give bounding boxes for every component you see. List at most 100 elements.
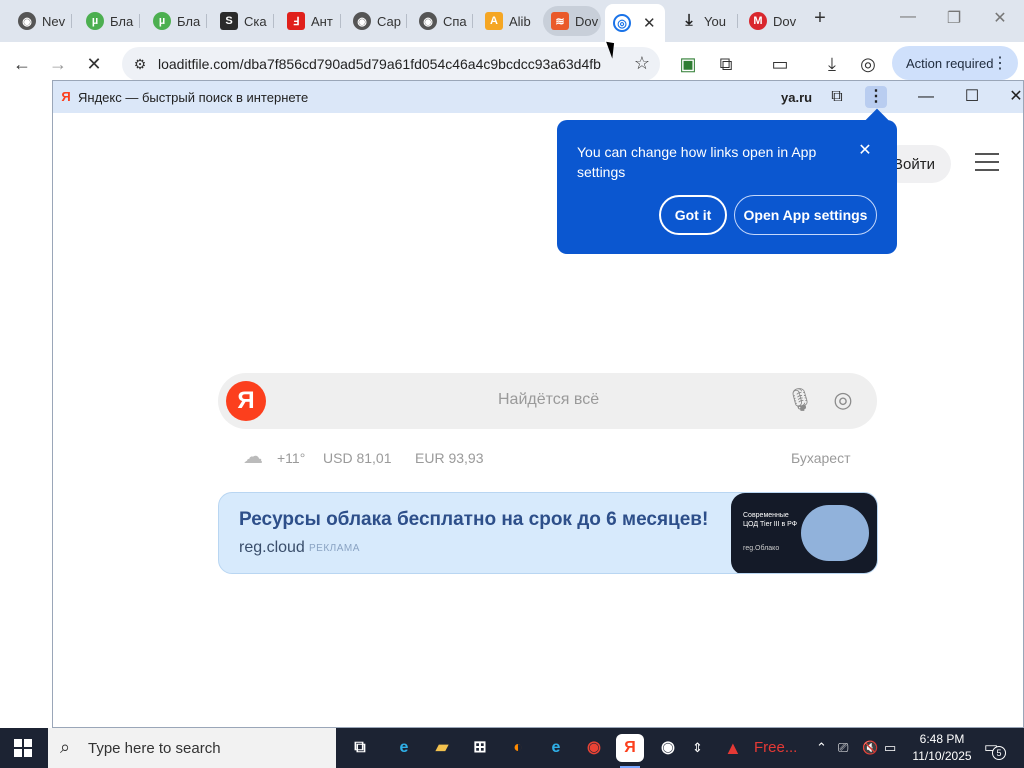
tab-label: Ска (244, 13, 267, 29)
close-window-icon[interactable]: ✕ (980, 8, 1020, 32)
bookmark-star-icon[interactable]: ☆ (634, 53, 650, 74)
system-clock[interactable]: 6:48 PM 11/10/2025 (902, 731, 982, 765)
tab-strip: ◉ Nev µ Бла µ Бла S Ска Ⅎ Ант ◉ Сар ◉ Сп… (0, 0, 1024, 42)
maximize-icon[interactable]: ☐ (961, 86, 983, 108)
restore-icon[interactable]: ❐ (934, 8, 974, 32)
edge-icon[interactable]: e (390, 734, 418, 762)
tab-separator (71, 14, 72, 28)
camera-search-icon[interactable]: ◎ (830, 387, 856, 415)
close-popup-icon[interactable]: ✕ (853, 140, 877, 164)
chrome-icon[interactable]: ◉ (580, 734, 608, 762)
tab-label: Dov (575, 13, 599, 29)
tab-active[interactable]: ◎ ✕ (605, 4, 665, 42)
downloads-icon[interactable]: ⤓ (820, 52, 844, 76)
tab-label: Спа (443, 13, 467, 29)
tab-separator (206, 14, 207, 28)
chrome-icon: ◉ (18, 12, 36, 30)
action-required-button[interactable]: Action required ⋮ (892, 46, 1018, 80)
tab-7[interactable]: A Alib (477, 6, 539, 36)
app-menu-icon[interactable]: ⋮ (865, 86, 887, 108)
tab-8[interactable]: ≋ Dov (543, 6, 601, 36)
microphone-icon[interactable]: 🎙 (786, 387, 814, 415)
got-it-button[interactable]: Got it (659, 195, 727, 235)
tab-10[interactable]: ⤓ You (672, 6, 738, 36)
loading-icon: ◎ (613, 14, 631, 32)
internet-explorer-icon[interactable]: e (542, 734, 570, 762)
yandex-app-icon[interactable]: Я (616, 734, 644, 768)
profile-icon[interactable]: ◎ (856, 52, 880, 76)
extensions-puzzle-icon[interactable]: ⧉ (714, 52, 738, 76)
task-view-icon[interactable]: ⧉ (346, 734, 374, 762)
utorrent-icon: µ (153, 12, 171, 30)
eur-rate[interactable]: EUR 93,93 (415, 450, 483, 466)
network-icon[interactable]: ▭ (884, 728, 896, 768)
url-text[interactable]: loaditfile.com/dba7f856cd790ad5d79a61fd0… (158, 56, 601, 72)
new-tab-button[interactable]: + (809, 8, 831, 30)
file-explorer-icon[interactable]: ▰ (428, 734, 456, 762)
search-icon: ⌕ (60, 737, 71, 757)
tab-0[interactable]: ◉ Nev (10, 6, 72, 36)
minimize-icon[interactable]: — (915, 86, 937, 108)
tab-1[interactable]: µ Бла (78, 6, 140, 36)
info-line: ☁ +11° USD 81,01 EUR 93,93 Бухарест (243, 446, 853, 470)
meet-now-icon[interactable]: ⎚ (838, 728, 848, 768)
yandex-logo-icon[interactable]: Я (226, 381, 266, 421)
cast-icon[interactable]: ▭ (768, 52, 792, 76)
tab-label: Dov (773, 13, 797, 29)
site-settings-icon[interactable]: ⚙ (130, 54, 150, 74)
search-input[interactable]: Найдётся всё (498, 391, 599, 409)
download-icon: ⤓ (685, 12, 693, 29)
close-window-icon[interactable]: ✕ (1005, 86, 1024, 108)
stop-icon[interactable]: ✕ (82, 52, 106, 76)
tab-4[interactable]: Ⅎ Ант (279, 6, 341, 36)
scroll-taskbar-icon[interactable]: ⇕ (692, 728, 703, 768)
tab-label: Бла (110, 13, 134, 29)
tab-separator (340, 14, 341, 28)
search-bar[interactable]: Я Найдётся всё 🎙 ◎ (218, 373, 877, 429)
hamburger-menu-icon[interactable] (975, 153, 999, 173)
show-hidden-icons-icon[interactable]: ⌃ (816, 728, 827, 768)
taskbar-search[interactable]: ⌕ Type here to search (48, 728, 336, 768)
notification-count: 5 (992, 746, 1006, 760)
windows-start-icon[interactable] (14, 739, 32, 757)
address-bar[interactable]: ⚙ loaditfile.com/dba7f856cd790ad5d79a61f… (122, 47, 660, 81)
warning-app-icon[interactable]: ▲ (724, 728, 742, 768)
tab-2[interactable]: µ Бла (145, 6, 207, 36)
back-icon[interactable]: ← (10, 52, 34, 76)
tab-3[interactable]: S Ска (212, 6, 274, 36)
tab-label: Alib (509, 13, 531, 29)
store-icon[interactable]: ⊞ (466, 734, 494, 762)
ad-domain[interactable]: reg.cloud (239, 539, 305, 557)
tab-5[interactable]: ◉ Сар (345, 6, 407, 36)
ad-image[interactable]: Современные ЦОД Tier III в РФ reg.Облако (731, 493, 877, 573)
adobe-icon: Ⅎ (287, 12, 305, 30)
tab-11[interactable]: M Dov (741, 6, 803, 36)
taskbar-search-placeholder[interactable]: Type here to search (88, 740, 221, 757)
clock-date: 11/10/2025 (912, 749, 972, 763)
minimize-icon[interactable]: — (888, 8, 928, 32)
ad-banner[interactable]: Ресурсы облака бесплатно на срок до 6 ме… (218, 492, 878, 574)
ad-headline[interactable]: Ресурсы облака бесплатно на срок до 6 ме… (239, 509, 708, 531)
ad-image-text: Современные ЦОД Tier III в РФ (743, 512, 798, 528)
usd-rate[interactable]: USD 81,01 (323, 450, 391, 466)
close-tab-icon[interactable]: ✕ (643, 14, 656, 32)
privacy-browser-icon[interactable]: ◉ (654, 734, 682, 762)
layers-icon: ≋ (551, 12, 569, 30)
tab-6[interactable]: ◉ Спа (411, 6, 473, 36)
mega-icon: M (749, 12, 767, 30)
tab-label: Сар (377, 13, 401, 29)
forward-icon[interactable]: → (46, 52, 70, 76)
city-label[interactable]: Бухарест (791, 450, 851, 466)
volume-muted-icon[interactable]: 🔇 (862, 728, 878, 768)
rain-cloud-icon: ☁ (243, 446, 263, 468)
tray-app-label[interactable]: Free... (754, 728, 797, 768)
weather-temperature[interactable]: +11° (277, 450, 305, 466)
s-app-icon: S (220, 12, 238, 30)
notifications-icon[interactable]: ▭ 5 (984, 738, 1006, 760)
tab-label: Ант (311, 13, 333, 29)
extension-image-icon[interactable]: ▣ (676, 52, 700, 76)
firefox-icon[interactable]: ◐ (504, 734, 532, 762)
more-menu-icon[interactable]: ⋮ (992, 53, 1008, 73)
extensions-puzzle-icon[interactable]: ⧉ (826, 86, 848, 108)
open-app-settings-button[interactable]: Open App settings (734, 195, 877, 235)
